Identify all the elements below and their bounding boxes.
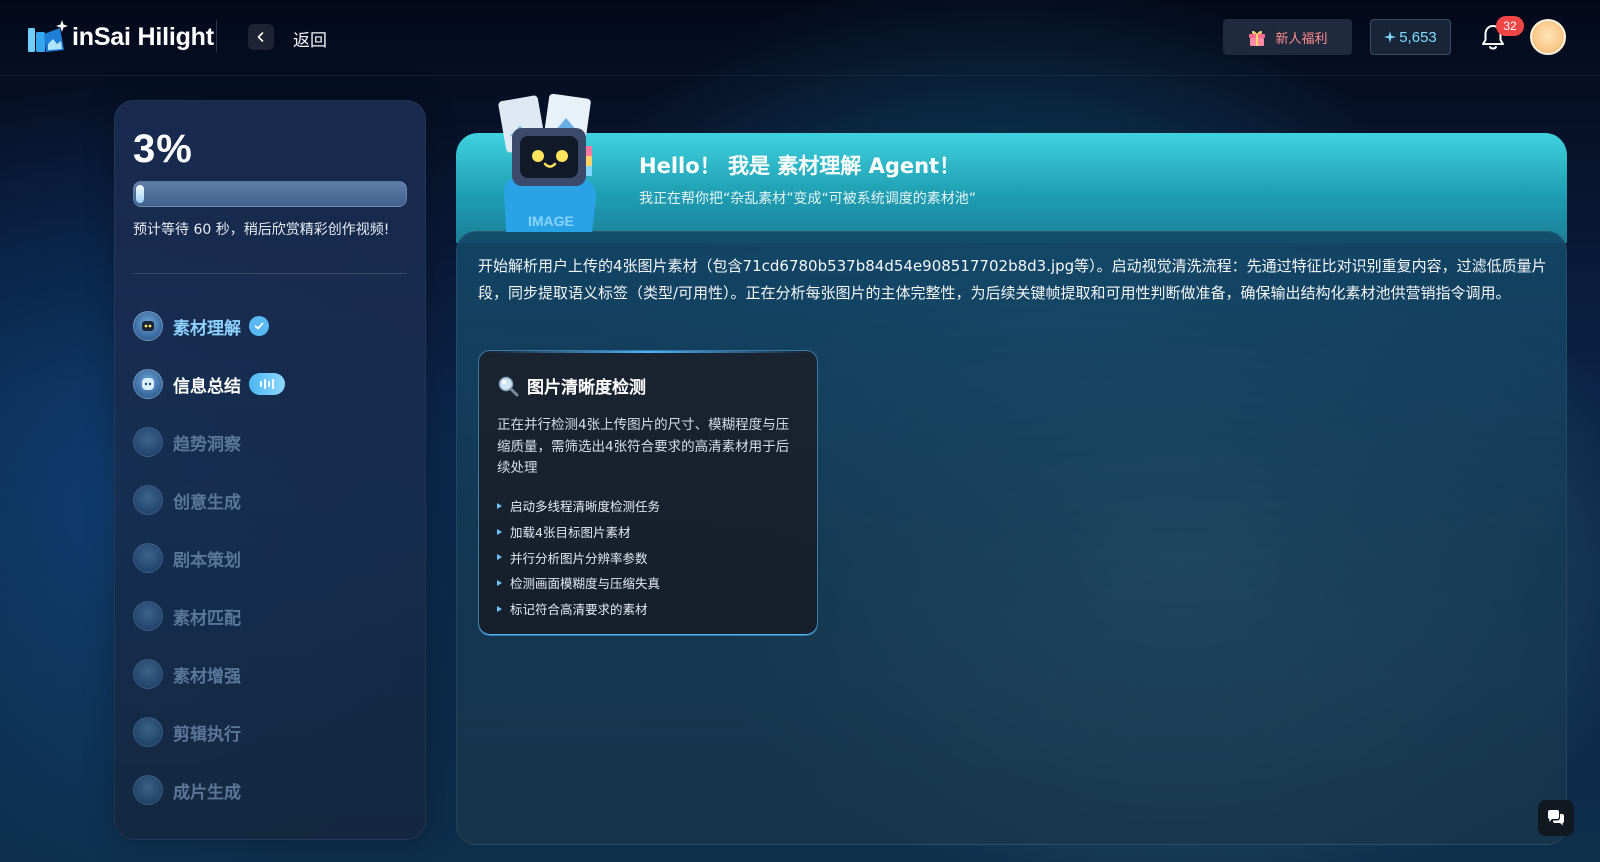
progress-percent: 3% xyxy=(133,127,193,171)
chat-bubbles-icon xyxy=(1548,810,1564,826)
step-label: 成片生成 xyxy=(173,782,241,803)
wait-hint: 预计等待 60 秒，稍后欣赏精彩创作视频! xyxy=(133,222,390,238)
progress-sidebar: 3% 预计等待 60 秒，稍后欣赏精彩创作视频! 素材理解 信息总结 趋势洞察 … xyxy=(114,100,426,840)
step-material-matching[interactable]: 素材匹配 xyxy=(133,587,413,645)
app-logo[interactable]: inSai Hilight xyxy=(26,20,214,54)
task-item: 并行分析图片分辨率参数 xyxy=(497,544,797,570)
robot-avatar-icon xyxy=(133,369,163,399)
task-card: 图片清晰度检测 正在并行检测4张上传图片的尺寸、模糊程度与压缩质量，需筛选出4张… xyxy=(478,350,818,636)
robot-avatar-icon xyxy=(133,775,163,805)
step-label: 剧本策划 xyxy=(173,550,241,571)
agent-mascot-icon: IMAGE xyxy=(498,93,597,232)
sparkle-icon xyxy=(1384,31,1397,43)
card-accent-line xyxy=(489,351,807,353)
task-card-header: 图片清晰度检测 xyxy=(497,373,646,398)
robot-avatar-icon xyxy=(133,601,163,631)
credits-balance[interactable]: 5,653 xyxy=(1370,19,1451,55)
top-bar: inSai Hilight 返回 新人福利 5,653 32 xyxy=(0,0,1600,76)
task-item: 标记符合高清要求的素材 xyxy=(497,596,797,622)
robot-avatar-icon xyxy=(133,717,163,747)
logo-icon xyxy=(28,20,68,52)
step-script-planning[interactable]: 剧本策划 xyxy=(133,529,413,587)
task-item: 检测画面模糊度与压缩失真 xyxy=(497,570,797,596)
gift-icon xyxy=(1249,30,1266,46)
step-label: 剪辑执行 xyxy=(173,724,241,745)
step-label: 素材理解 xyxy=(173,318,241,339)
agent-description: 开始解析用户上传的4张图片素材（包含71cd6780b537b84d54e908… xyxy=(478,257,1547,302)
task-card-title: 图片清晰度检测 xyxy=(527,378,646,398)
header-divider xyxy=(216,20,217,52)
robot-avatar-icon xyxy=(133,311,163,341)
step-final-video[interactable]: 成片生成 xyxy=(133,761,413,819)
gift-label: 新人福利 xyxy=(1275,31,1328,47)
agent-greeting-title: Hello！ 我是 素材理解 Agent！ xyxy=(639,154,961,178)
task-item: 加载4张目标图片素材 xyxy=(497,519,797,545)
step-label: 趋势洞察 xyxy=(173,434,241,455)
step-info-summary[interactable]: 信息总结 xyxy=(133,355,413,413)
progress-bar-fill xyxy=(136,185,144,203)
back-button[interactable] xyxy=(248,24,274,50)
robot-avatar-icon xyxy=(133,659,163,689)
magnifier-icon xyxy=(498,376,519,396)
step-editing[interactable]: 剪辑执行 xyxy=(133,703,413,761)
robot-avatar-icon xyxy=(133,543,163,573)
step-material-understanding[interactable]: 素材理解 xyxy=(133,297,413,355)
step-label: 素材匹配 xyxy=(173,608,241,629)
check-icon xyxy=(249,316,269,336)
step-label: 素材增强 xyxy=(173,666,241,687)
step-trend-insight[interactable]: 趋势洞察 xyxy=(133,413,413,471)
credits-value: 5,653 xyxy=(1399,28,1437,46)
step-material-enhancement[interactable]: 素材增强 xyxy=(133,645,413,703)
user-avatar[interactable] xyxy=(1530,19,1566,55)
task-item: 启动多线程清晰度检测任务 xyxy=(497,493,797,519)
step-label: 创意生成 xyxy=(173,492,241,513)
step-label: 信息总结 xyxy=(173,376,241,397)
notification-badge: 32 xyxy=(1496,16,1524,36)
chevron-left-icon xyxy=(257,32,264,42)
task-checklist: 启动多线程清晰度检测任务 加载4张目标图片素材 并行分析图片分辨率参数 检测画面… xyxy=(497,493,797,621)
agent-greeting-subtitle: 我正在帮你把“杂乱素材”变成“可被系统调度的素材池” xyxy=(639,191,977,207)
chat-button[interactable] xyxy=(1538,800,1574,836)
logo-text: inSai Hilight xyxy=(72,22,214,51)
in-progress-icon xyxy=(249,373,285,395)
new-user-gift-button[interactable]: 新人福利 xyxy=(1223,19,1352,55)
back-label[interactable]: 返回 xyxy=(293,26,327,51)
robot-avatar-icon xyxy=(133,485,163,515)
progress-bar xyxy=(133,181,407,207)
sidebar-divider xyxy=(133,273,407,274)
workflow-steps: 素材理解 信息总结 趋势洞察 创意生成 剧本策划 素材匹配 素材增强 剪辑执行 … xyxy=(133,297,413,819)
step-idea-generation[interactable]: 创意生成 xyxy=(133,471,413,529)
svg-text:IMAGE: IMAGE xyxy=(528,213,574,229)
task-card-description: 正在并行检测4张上传图片的尺寸、模糊程度与压缩质量，需筛选出4张符合要求的高清素… xyxy=(497,417,790,476)
agent-hero-banner xyxy=(456,133,1567,243)
robot-avatar-icon xyxy=(133,427,163,457)
